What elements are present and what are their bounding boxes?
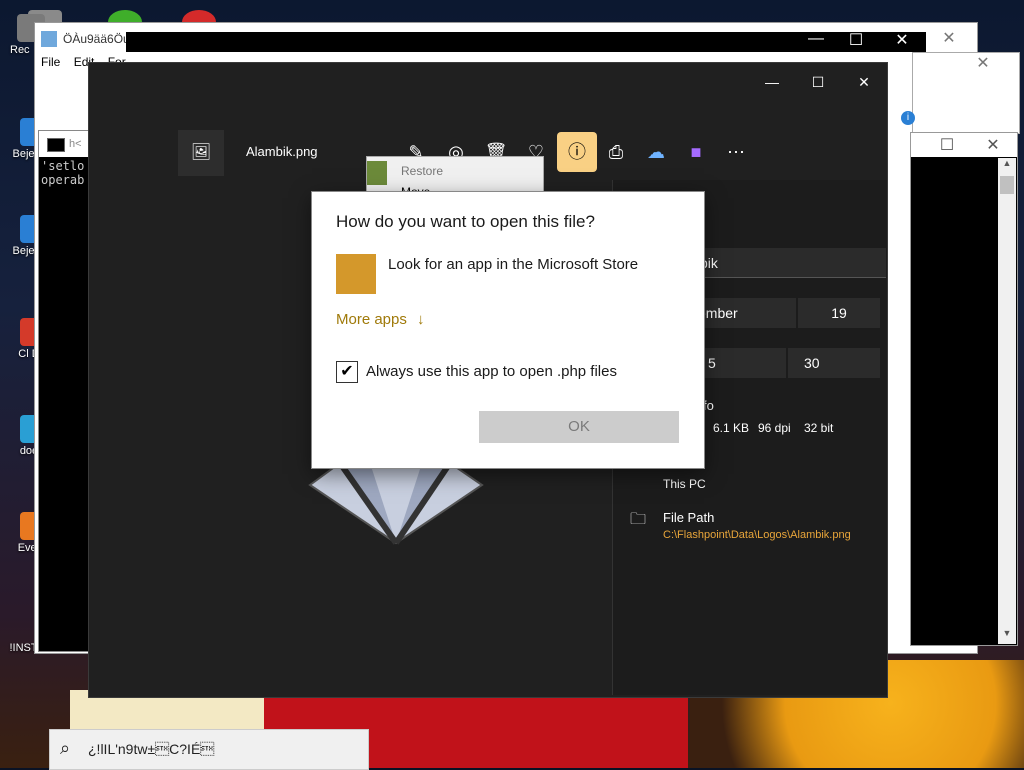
folder-icon: 🗀 (630, 511, 647, 528)
menu-file[interactable]: File (41, 55, 60, 69)
ok-button[interactable]: OK (479, 411, 679, 443)
search-icon: ⌕ (60, 738, 71, 758)
always-use-label[interactable]: Always use this app to open .php files (366, 363, 617, 380)
taskbar-search[interactable]: ⌕ ¿!lIL'n9tw±C?IÉ (49, 729, 369, 770)
always-use-checkbox[interactable]: ✔ (336, 361, 358, 383)
more-apps-label: More apps (336, 311, 407, 328)
background-window-titlebar[interactable]: — ☐ ✕ (126, 30, 926, 52)
date-day: 19 (831, 305, 847, 321)
maximize-icon[interactable]: ☐ (795, 63, 841, 101)
date-month-field[interactable]: ember (690, 298, 796, 328)
image-icon[interactable]: 🖼 (178, 130, 224, 176)
time-minute-field[interactable]: 30 (788, 348, 880, 378)
date-day-field[interactable]: 19 (798, 298, 880, 328)
notepad-icon (41, 31, 57, 47)
print-icon[interactable]: ⎙ (596, 132, 636, 172)
file-name: Alambik.png (246, 144, 318, 159)
file-name-field[interactable]: bik (690, 248, 886, 278)
more-icon[interactable]: ⋯ (716, 132, 756, 172)
time-hour: 5 (708, 355, 716, 371)
close-icon[interactable]: ✕ (973, 135, 1013, 155)
console-title: h< (69, 138, 82, 150)
notepad-title: ÖÀu9ää6Öu (63, 32, 130, 46)
minimize-icon[interactable]: — (749, 63, 795, 101)
store-option-label[interactable]: Look for an app in the Microsoft Store (388, 256, 638, 273)
time-hour-field[interactable]: 5 (690, 348, 786, 378)
close-icon[interactable]: ✕ (929, 23, 969, 55)
arrow-down-icon: ↓ (417, 311, 425, 328)
maximize-icon[interactable]: ☐ (927, 135, 967, 155)
file-bit-depth: 32 bit (804, 421, 834, 435)
background-window[interactable]: ✕ i (901, 52, 1020, 134)
image-info-label: fo (703, 398, 714, 413)
file-dpi: 96 dpi (758, 421, 791, 435)
location-value: This PC (663, 477, 706, 491)
scrollbar[interactable]: ▲ ▼ (998, 158, 1016, 644)
store-icon[interactable] (336, 254, 376, 294)
console-line: operab (41, 173, 85, 187)
open-with-dialog: How do you want to open this file? Look … (312, 192, 704, 468)
close-icon[interactable]: ✕ (963, 53, 1003, 73)
scroll-thumb[interactable] (1000, 176, 1014, 194)
info-icon: i (901, 111, 915, 125)
menu-item-restore[interactable]: Restore (401, 164, 443, 178)
minimize-icon[interactable]: — (796, 30, 836, 48)
close-icon[interactable]: ✕ (882, 30, 922, 50)
maximize-icon[interactable]: ☐ (836, 30, 876, 50)
file-path-link[interactable]: C:\Flashpoint\Data\Logos\Alambik.png (663, 529, 851, 541)
more-apps-link[interactable]: More apps ↓ (336, 311, 425, 328)
scroll-up-icon[interactable]: ▲ (998, 158, 1016, 174)
search-input[interactable]: ¿!lIL'n9tw±C?IÉ (88, 741, 214, 757)
clipchamp-icon[interactable]: ■ (676, 132, 716, 172)
console-icon (47, 138, 65, 152)
onedrive-icon[interactable]: ☁ (636, 132, 676, 172)
preview-image (308, 461, 484, 545)
info-icon[interactable]: ⓘ (557, 132, 597, 172)
console-titlebar[interactable]: ☐ ✕ (911, 133, 1017, 157)
time-minute: 30 (804, 355, 820, 371)
scroll-down-icon[interactable]: ▼ (998, 628, 1016, 644)
close-icon[interactable]: ✕ (841, 63, 887, 101)
console-line: 'setlo (41, 159, 85, 173)
file-path-label: File Path (663, 510, 715, 525)
dialog-title: How do you want to open this file? (336, 212, 595, 231)
app-icon (367, 161, 387, 185)
file-size: 6.1 KB (713, 421, 750, 435)
